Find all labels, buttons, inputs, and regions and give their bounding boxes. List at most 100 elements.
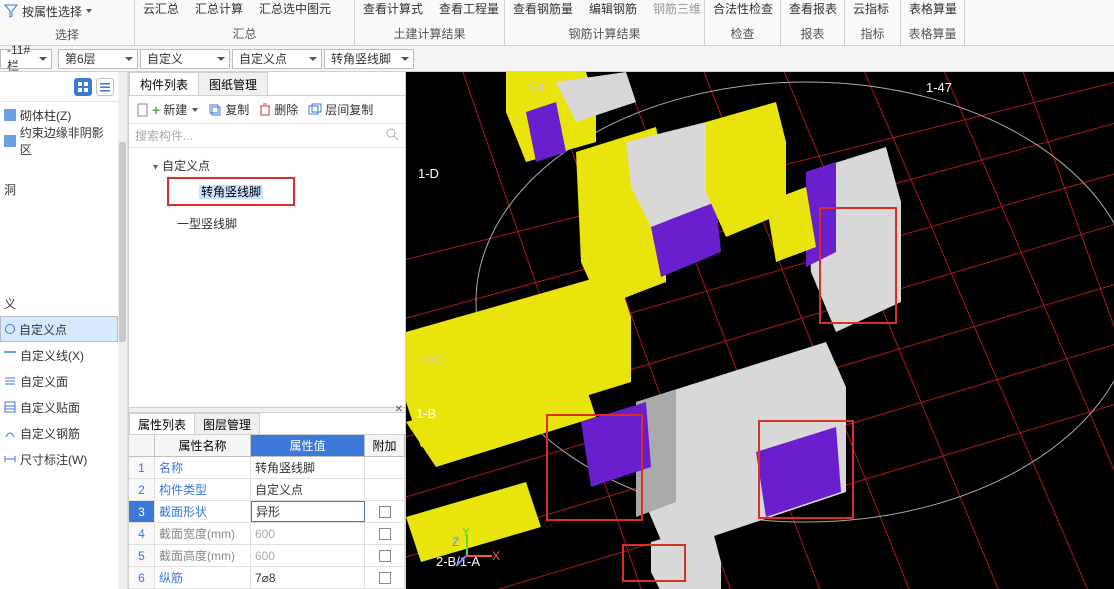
chevron-down-icon bbox=[86, 9, 92, 13]
sidebar-item[interactable]: 约束边缘非阴影区 bbox=[0, 128, 118, 154]
layer-copy-icon bbox=[308, 103, 322, 117]
ribbon-btn[interactable]: 查看报表 bbox=[781, 0, 845, 22]
axis-label: 1-D bbox=[418, 166, 439, 181]
ribbon-group-select: 选择 bbox=[0, 22, 134, 45]
left-scrollbar[interactable] bbox=[118, 72, 128, 589]
prop-value[interactable]: 异形 bbox=[251, 501, 365, 522]
prop-ext[interactable] bbox=[365, 523, 405, 544]
highlight-box bbox=[819, 207, 897, 324]
checkbox-icon[interactable] bbox=[379, 506, 391, 518]
rebar-icon bbox=[4, 427, 16, 439]
3d-viewport[interactable]: 1-41-471-D1-C1-B2-B/1-A Y X Z bbox=[406, 72, 1114, 589]
tab-drawing-manage[interactable]: 图纸管理 bbox=[198, 72, 268, 95]
selector-4[interactable]: 转角竖线脚 bbox=[324, 49, 414, 69]
ribbon-btn[interactable]: 云指标 bbox=[845, 0, 897, 22]
tab-prop-list[interactable]: 属性列表 bbox=[129, 413, 195, 434]
search-input[interactable]: 搜索构件... bbox=[129, 124, 405, 148]
prop-header-idx bbox=[129, 435, 155, 456]
ribbon-group-label: 钢筋计算结果 bbox=[505, 22, 704, 45]
selector-3[interactable]: 自定义点 bbox=[232, 49, 322, 69]
tab-layer-manage[interactable]: 图层管理 bbox=[194, 413, 260, 434]
prop-header-value[interactable]: 属性值 bbox=[251, 435, 365, 456]
tree-child-1[interactable]: 转角竖线脚 bbox=[167, 177, 405, 206]
prop-ext[interactable] bbox=[365, 567, 405, 588]
axis-label: 1-47 bbox=[926, 80, 952, 95]
ribbon-btn[interactable]: 查看钢筋量 bbox=[505, 0, 581, 22]
list-icon bbox=[100, 82, 110, 92]
sidebar-item[interactable]: 自定义贴面 bbox=[0, 394, 118, 420]
ribbon-btn[interactable]: 查看计算式 bbox=[355, 0, 431, 22]
new-button[interactable]: +新建 bbox=[133, 101, 202, 118]
view-list-toggle[interactable] bbox=[96, 78, 114, 96]
prop-value[interactable]: 600 bbox=[251, 545, 365, 566]
ribbon-group-label: 土建计算结果 bbox=[355, 22, 504, 45]
prop-select-button[interactable]: 按属性选择 bbox=[0, 0, 134, 22]
prop-row[interactable]: 1名称转角竖线脚 bbox=[129, 457, 405, 479]
ribbon-btn[interactable]: 编辑钢筋 bbox=[581, 0, 645, 22]
prop-idx: 2 bbox=[129, 479, 155, 500]
copy-button[interactable]: 复制 bbox=[204, 101, 253, 118]
chevron-down-icon bbox=[309, 57, 317, 61]
delete-button[interactable]: 删除 bbox=[255, 101, 302, 118]
splitter[interactable]: ✕ bbox=[129, 407, 405, 413]
prop-row[interactable]: 2构件类型自定义点 bbox=[129, 479, 405, 501]
chevron-down-icon bbox=[125, 57, 133, 61]
sidebar-item bbox=[0, 224, 118, 246]
sidebar-item[interactable]: 义 bbox=[0, 290, 118, 316]
tab-component-list[interactable]: 构件列表 bbox=[129, 72, 199, 95]
sidebar-item[interactable]: 自定义钢筋 bbox=[0, 420, 118, 446]
prop-idx: 4 bbox=[129, 523, 155, 544]
prop-row[interactable]: 5截面高度(mm)600 bbox=[129, 545, 405, 567]
checkbox-icon[interactable] bbox=[379, 550, 391, 562]
prop-ext[interactable] bbox=[365, 545, 405, 566]
prop-name: 纵筋 bbox=[155, 567, 251, 588]
checkbox-icon[interactable] bbox=[379, 572, 391, 584]
sidebar-item[interactable]: 自定义面 bbox=[0, 368, 118, 394]
checkbox-icon[interactable] bbox=[379, 528, 391, 540]
close-icon[interactable]: ✕ bbox=[395, 404, 403, 415]
prop-row[interactable]: 4截面宽度(mm)600 bbox=[129, 523, 405, 545]
dimension-icon bbox=[4, 453, 16, 465]
prop-ext[interactable] bbox=[365, 501, 405, 522]
scroll-thumb[interactable] bbox=[119, 142, 126, 342]
axis-label: 1-B bbox=[416, 406, 436, 421]
ribbon-btn[interactable]: 合法性检查 bbox=[705, 0, 781, 22]
selector-0[interactable]: -11#栏 bbox=[0, 49, 52, 69]
prop-row[interactable]: 6纵筋7⌀8 bbox=[129, 567, 405, 589]
view-card-toggle[interactable] bbox=[74, 78, 92, 96]
ribbon-group-label: 指标 bbox=[845, 22, 900, 45]
copy-layer-button[interactable]: 层间复制 bbox=[304, 101, 377, 118]
chevron-down-icon bbox=[39, 57, 47, 61]
prop-header-ext[interactable]: 附加 bbox=[365, 435, 405, 456]
prop-value[interactable]: 转角竖线脚 bbox=[251, 457, 365, 478]
tree-child-2[interactable]: 一型竖线脚 bbox=[167, 212, 405, 235]
selector-1[interactable]: 第6层 bbox=[58, 49, 138, 69]
ribbon-btn[interactable]: 汇总选中图元 bbox=[251, 0, 339, 22]
sidebar-item[interactable]: 自定义点 bbox=[0, 316, 118, 342]
ribbon-btn[interactable]: 查看工程量 bbox=[431, 0, 507, 22]
prop-row[interactable]: 3截面形状异形 bbox=[129, 501, 405, 523]
ribbon-btn[interactable]: 云汇总 bbox=[135, 0, 187, 22]
ribbon-group-label: 汇总 bbox=[135, 22, 354, 45]
prop-ext[interactable] bbox=[365, 457, 405, 478]
sidebar-item[interactable]: 洞 bbox=[0, 176, 118, 202]
prop-ext[interactable] bbox=[365, 479, 405, 500]
prop-value[interactable]: 7⌀8 bbox=[251, 567, 365, 588]
prop-value[interactable]: 自定义点 bbox=[251, 479, 365, 500]
prop-idx: 1 bbox=[129, 457, 155, 478]
sidebar-item bbox=[0, 246, 118, 268]
selector-2[interactable]: 自定义 bbox=[140, 49, 230, 69]
prop-name: 截面宽度(mm) bbox=[155, 523, 251, 544]
prop-name: 名称 bbox=[155, 457, 251, 478]
cube-icon bbox=[4, 109, 16, 121]
ribbon-btn[interactable]: 表格算量 bbox=[901, 0, 965, 22]
ribbon-btn[interactable]: 钢筋三维 bbox=[645, 0, 709, 22]
sidebar-item[interactable]: 自定义线(X) bbox=[0, 342, 118, 368]
sidebar-item[interactable]: 尺寸标注(W) bbox=[0, 446, 118, 472]
ribbon-btn[interactable]: 汇总计算 bbox=[187, 0, 251, 22]
highlight-box bbox=[546, 414, 643, 521]
tree-parent[interactable]: 自定义点 bbox=[143, 154, 405, 177]
prop-header-name[interactable]: 属性名称 bbox=[155, 435, 251, 456]
ribbon-group-label: 表格算量 bbox=[901, 22, 964, 45]
prop-value[interactable]: 600 bbox=[251, 523, 365, 544]
